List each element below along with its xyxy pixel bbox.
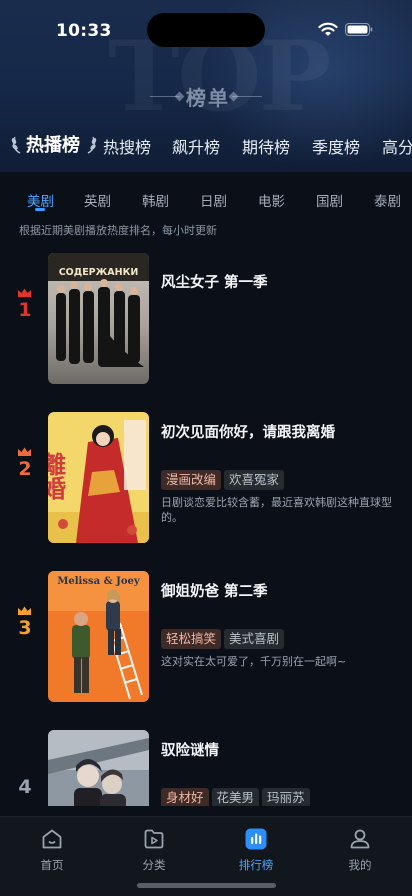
nav-ranking[interactable]: 排行榜 xyxy=(226,823,286,872)
battery-icon xyxy=(345,23,373,36)
category-tabs: 美剧 英剧 韩剧 日剧 电影 国剧 泰剧 xyxy=(0,172,412,218)
nav-label: 排行榜 xyxy=(238,858,274,872)
item-tags: 身材好 花美男 玛丽苏 xyxy=(161,787,313,806)
poster-art: 離婚 xyxy=(48,412,149,543)
ranking-icon xyxy=(245,828,267,850)
item-title[interactable]: 风尘女子 第一季 xyxy=(161,271,268,292)
rank-number: 1 xyxy=(18,299,32,321)
wifi-icon xyxy=(318,22,338,36)
list-item[interactable]: 1 СОДЕРЖАНКИ 风尘女子 第一季 xyxy=(0,253,412,393)
rank-number: 3 xyxy=(18,617,32,639)
tag[interactable]: 美式喜剧 xyxy=(224,629,285,649)
laurel-right-icon xyxy=(87,136,97,154)
poster-image[interactable]: Melissa & Joey xyxy=(48,571,149,702)
category-tab-th[interactable]: 泰剧 xyxy=(374,190,401,210)
title-decoration-right xyxy=(232,96,262,97)
category-tab-jp[interactable]: 日剧 xyxy=(200,190,227,210)
ranking-list: 1 СОДЕРЖАНКИ 风尘女子 第一季 2 離婚 初次见面你好，请跟我离婚 … xyxy=(0,244,412,806)
poster-image[interactable] xyxy=(48,730,149,806)
category-tab-kr[interactable]: 韩剧 xyxy=(142,190,169,210)
rank-tab-hot-play[interactable]: 热播榜 xyxy=(26,131,80,157)
nav-label: 分类 xyxy=(142,858,166,872)
nav-label: 我的 xyxy=(348,858,372,872)
home-icon xyxy=(42,829,62,849)
title-diamond-left xyxy=(174,91,185,102)
nav-category[interactable]: 分类 xyxy=(124,823,184,872)
list-item[interactable]: 2 離婚 初次见面你好，请跟我离婚 漫画改编 欢喜冤家 日剧谈恋爱比较含蓄，最近喜… xyxy=(0,412,412,552)
status-time: 10:33 xyxy=(56,21,112,41)
nav-profile[interactable]: 我的 xyxy=(330,823,390,872)
rank-number: 2 xyxy=(18,458,32,480)
poster-image[interactable]: СОДЕРЖАНКИ xyxy=(48,253,149,384)
rank-tab-anticipated[interactable]: 期待榜 xyxy=(242,134,290,158)
item-tags: 轻松搞笑 美式喜剧 xyxy=(161,628,287,649)
item-tags: 漫画改编 欢喜冤家 xyxy=(161,469,287,490)
tag[interactable]: 轻松搞笑 xyxy=(161,629,222,649)
poster-art: СОДЕРЖАНКИ xyxy=(48,253,149,384)
category-tab-movie[interactable]: 电影 xyxy=(258,190,285,210)
item-description: 日剧谈恋爱比较含蓄，最近喜欢韩剧这种直球型的。 xyxy=(161,496,392,524)
poster-art xyxy=(48,730,149,806)
category-tab-indicator xyxy=(35,208,45,211)
home-indicator xyxy=(137,883,276,888)
list-item[interactable]: 4 驭险谜情 身材好 花美男 玛丽苏 xyxy=(0,730,412,806)
rank-tab-high-score[interactable]: 高分 xyxy=(382,134,412,158)
board-title: 榜单 xyxy=(186,86,230,110)
item-title[interactable]: 御姐奶爸 第二季 xyxy=(161,580,268,601)
category-icon xyxy=(144,829,164,849)
crown-icon xyxy=(18,288,31,297)
poster-art: Melissa & Joey xyxy=(48,571,149,702)
nav-label: 首页 xyxy=(40,858,64,872)
profile-icon xyxy=(350,829,370,849)
item-title[interactable]: 驭险谜情 xyxy=(161,739,219,760)
list-item[interactable]: 3 Melissa & Joey 御姐奶爸 第二季 轻松搞笑 美式喜剧 这对实在… xyxy=(0,571,412,711)
tag[interactable]: 花美男 xyxy=(211,788,260,806)
ranking-header: TOP 10:33 榜单 热播榜 热搜榜 飙升榜 期待榜 季度榜 高分 xyxy=(0,0,412,172)
category-tab-uk[interactable]: 英剧 xyxy=(84,190,111,210)
rank-number: 4 xyxy=(18,776,32,798)
poster-image[interactable]: 離婚 xyxy=(48,412,149,543)
rank-tab-rising[interactable]: 飙升榜 xyxy=(172,134,220,158)
tag[interactable]: 身材好 xyxy=(161,788,209,806)
category-tab-us[interactable]: 美剧 xyxy=(27,190,54,210)
tag[interactable]: 漫画改编 xyxy=(161,470,222,490)
category-tab-cn[interactable]: 国剧 xyxy=(316,190,343,210)
crown-icon xyxy=(18,606,31,615)
board-title-wrap: 榜单 xyxy=(0,80,412,112)
rank-tabs: 热播榜 热搜榜 飙升榜 期待榜 季度榜 高分 xyxy=(0,126,412,162)
poster-title-text: 離婚 xyxy=(48,451,67,501)
poster-title-text: СОДЕРЖАНКИ xyxy=(59,267,139,278)
laurel-left-icon xyxy=(11,136,21,154)
tag[interactable]: 玛丽苏 xyxy=(262,788,310,806)
item-description: 这对实在太可爱了，千万别在一起啊~ xyxy=(161,655,347,668)
poster-title-text: Melissa & Joey xyxy=(57,576,141,587)
item-title[interactable]: 初次见面你好，请跟我离婚 xyxy=(161,421,335,442)
tag[interactable]: 欢喜冤家 xyxy=(224,470,285,490)
rank-tab-hot-search[interactable]: 热搜榜 xyxy=(103,134,151,158)
dynamic-island xyxy=(147,13,265,47)
status-bar: 10:33 xyxy=(0,0,412,58)
ranking-subtitle: 根据近期美剧播放热度排名，每小时更新 xyxy=(19,224,217,237)
nav-home[interactable]: 首页 xyxy=(22,823,82,872)
crown-icon xyxy=(18,447,31,456)
rank-tab-season[interactable]: 季度榜 xyxy=(312,134,360,158)
